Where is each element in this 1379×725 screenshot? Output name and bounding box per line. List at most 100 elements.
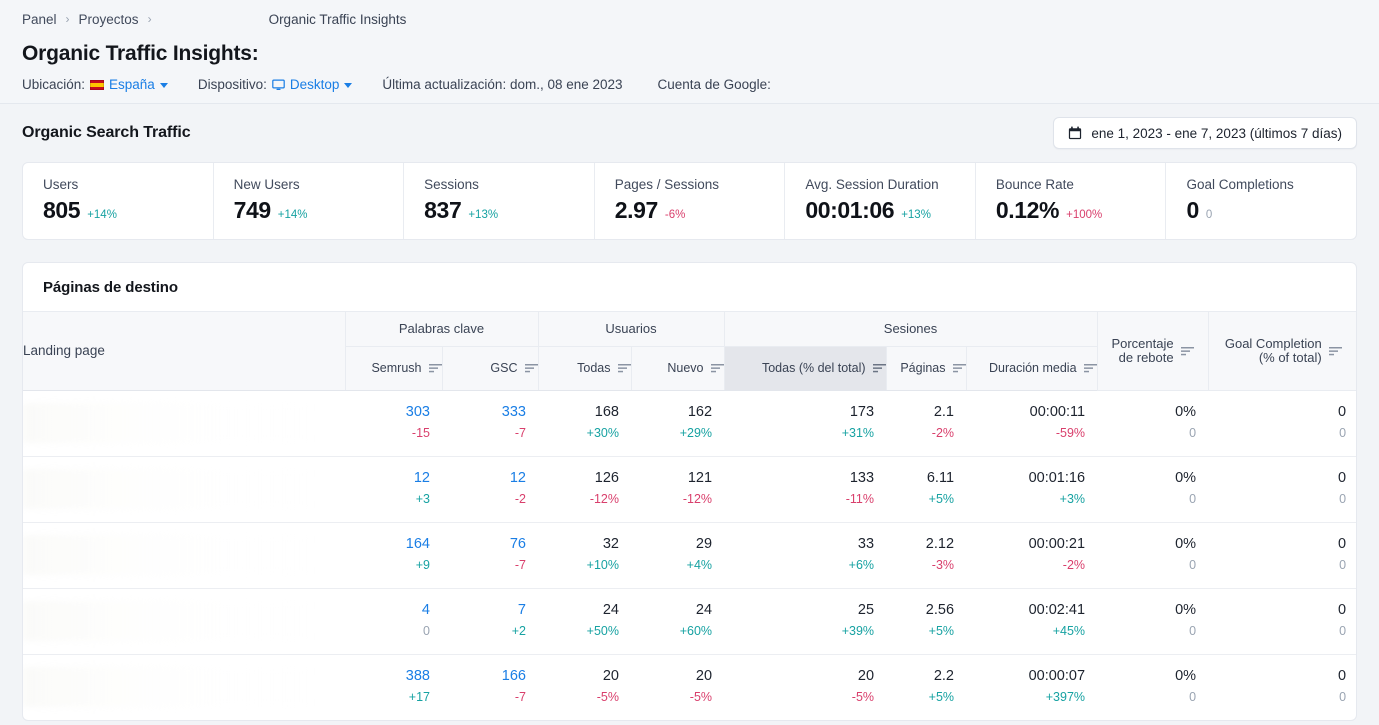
column-header-goal-completion[interactable]: Goal Completion (% of total) — [1208, 312, 1357, 390]
column-header-avg-duration[interactable]: Duración media — [966, 346, 1097, 390]
cell-delta: +9 — [345, 556, 430, 575]
cell-delta: -2% — [966, 556, 1085, 575]
table-row[interactable]: 303-15333-7168+30%162+29%173+31%2.1-2%00… — [23, 390, 1357, 456]
cell-value: 2.12 — [886, 535, 954, 554]
cell-value[interactable]: 166 — [442, 667, 526, 686]
landing-page-cell[interactable] — [23, 522, 345, 588]
kpi-pages-per-sessions: Pages / Sessions 2.97 -6% — [595, 163, 786, 239]
cell-pages: 2.2+5% — [886, 654, 966, 720]
cell-value: 133 — [724, 469, 874, 488]
cell-delta: +397% — [966, 688, 1085, 707]
landing-page-cell[interactable] — [23, 588, 345, 654]
bounce-rate-label-line2: de rebote — [1119, 350, 1174, 365]
sort-icon[interactable] — [1329, 346, 1342, 356]
cell-value: 24 — [631, 601, 712, 620]
kpi-sessions: Sessions 837 +13% — [404, 163, 595, 239]
column-header-users-new[interactable]: Nuevo — [631, 346, 724, 390]
table-head: Landing page Palabras clave Usuarios Ses… — [23, 312, 1357, 390]
chevron-down-icon — [160, 83, 168, 88]
table-row[interactable]: 388+17166-720-5%20-5%20-5%2.2+5%00:00:07… — [23, 654, 1357, 720]
cell-value[interactable]: 303 — [345, 403, 430, 422]
cell-goal-completion: 00 — [1208, 588, 1357, 654]
cell-delta: +5% — [886, 688, 954, 707]
cell-value: 2.56 — [886, 601, 954, 620]
column-header-semrush[interactable]: Semrush — [345, 346, 442, 390]
kpi-bounce-rate: Bounce Rate 0.12% +100% — [976, 163, 1167, 239]
cell-value[interactable]: 333 — [442, 403, 526, 422]
cell-delta: +3% — [966, 490, 1085, 509]
cell-value[interactable]: 4 — [345, 601, 430, 620]
cell-delta: 0 — [1208, 556, 1346, 575]
table-row[interactable]: 407+224+50%24+60%25+39%2.56+5%00:02:41+4… — [23, 588, 1357, 654]
breadcrumb: Panel › Proyectos › Organic Traffic Insi… — [22, 0, 1357, 38]
column-header-pages[interactable]: Páginas — [886, 346, 966, 390]
sort-icon[interactable] — [1181, 346, 1194, 356]
cell-value: 121 — [631, 469, 712, 488]
landing-page-cell[interactable] — [23, 654, 345, 720]
cell-value: 00:02:41 — [966, 601, 1085, 620]
cell-avg-duration: 00:02:41+45% — [966, 588, 1097, 654]
cell-value[interactable]: 164 — [345, 535, 430, 554]
device-selector[interactable]: Dispositivo: Desktop — [198, 77, 353, 92]
sort-icon[interactable] — [618, 363, 631, 373]
sort-icon[interactable] — [953, 363, 966, 373]
kpi-value: 2.97 — [615, 197, 658, 224]
cell-value[interactable]: 12 — [442, 469, 526, 488]
cell-value: 00:00:21 — [966, 535, 1085, 554]
bounce-rate-label-line1: Porcentaje — [1111, 336, 1173, 351]
column-header-gsc[interactable]: GSC — [442, 346, 538, 390]
sort-icon[interactable] — [525, 363, 538, 373]
column-group-sessions: Sesiones — [724, 312, 1097, 346]
cell-value: 0 — [1208, 667, 1346, 686]
cell-value: 20 — [538, 667, 619, 686]
cell-bounce-rate: 0%0 — [1097, 522, 1208, 588]
landing-page-cell[interactable] — [23, 456, 345, 522]
column-header-bounce-rate[interactable]: Porcentaje de rebote — [1097, 312, 1208, 390]
cell-value[interactable]: 7 — [442, 601, 526, 620]
kpi-label: Sessions — [424, 177, 594, 193]
cell-gsc: 333-7 — [442, 390, 538, 456]
cell-delta: -5% — [538, 688, 619, 707]
cell-value: 173 — [724, 403, 874, 422]
column-header-users-all[interactable]: Todas — [538, 346, 631, 390]
table-row[interactable]: 12+312-2126-12%121-12%133-11%6.11+5%00:0… — [23, 456, 1357, 522]
breadcrumb-current: Organic Traffic Insights — [269, 12, 407, 27]
cell-value[interactable]: 76 — [442, 535, 526, 554]
cell-avg-duration: 00:01:16+3% — [966, 456, 1097, 522]
cell-avg-duration: 00:00:21 -2% — [966, 522, 1097, 588]
cell-value[interactable]: 12 — [345, 469, 430, 488]
section-title: Organic Search Traffic — [22, 124, 191, 142]
table-group-header-row: Landing page Palabras clave Usuarios Ses… — [23, 312, 1357, 346]
cell-delta: +60% — [631, 622, 712, 641]
date-range-picker[interactable]: ene 1, 2023 - ene 7, 2023 (últimos 7 día… — [1053, 117, 1357, 149]
table-row[interactable]: 164+976-732+10%29+4%33+6%2.12-3%00:00:21… — [23, 522, 1357, 588]
kpi-value: 0 — [1186, 197, 1198, 224]
last-update-text: Última actualización: dom., 08 ene 2023 — [382, 77, 622, 92]
location-selector[interactable]: Ubicación: España — [22, 77, 168, 92]
landing-page-cell[interactable] — [23, 390, 345, 456]
cell-semrush: 303-15 — [345, 390, 442, 456]
breadcrumb-item-panel[interactable]: Panel — [22, 12, 57, 27]
sort-icon-active[interactable] — [873, 363, 886, 373]
sort-icon[interactable] — [1084, 363, 1097, 373]
cell-value[interactable]: 388 — [345, 667, 430, 686]
cell-delta: +4% — [631, 556, 712, 575]
cell-delta: +30% — [538, 424, 619, 443]
cell-users-new: 24 +60% — [631, 588, 724, 654]
column-label: Páginas — [900, 361, 945, 375]
sort-icon[interactable] — [429, 363, 442, 373]
cell-users-all: 126-12% — [538, 456, 631, 522]
landing-page-url-redacted — [23, 601, 314, 641]
kpi-value: 837 — [424, 197, 461, 224]
cell-delta: +3 — [345, 490, 430, 509]
cell-gsc: 76-7 — [442, 522, 538, 588]
kpi-label: Bounce Rate — [996, 177, 1166, 193]
organic-search-traffic-section-header: Organic Search Traffic ene 1, 2023 - ene… — [0, 104, 1379, 162]
kpi-delta: +100% — [1066, 209, 1102, 221]
cell-value: 0 — [1208, 535, 1346, 554]
cell-value: 2.1 — [886, 403, 954, 422]
sort-icon[interactable] — [711, 363, 724, 373]
column-header-landing-page[interactable]: Landing page — [23, 312, 345, 390]
column-header-sessions-all[interactable]: Todas (% del total) — [724, 346, 886, 390]
breadcrumb-item-proyectos[interactable]: Proyectos — [79, 12, 139, 27]
